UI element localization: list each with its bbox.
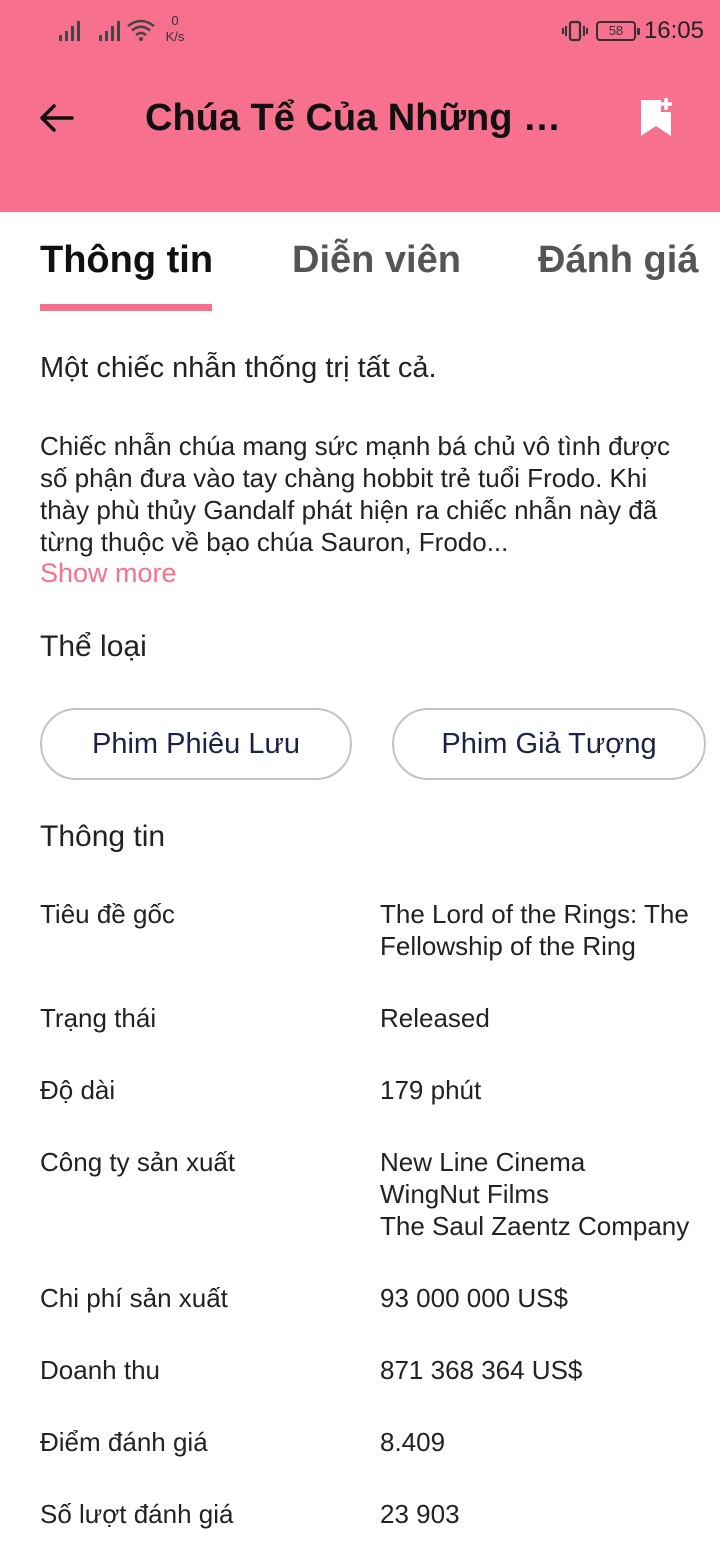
tab-reviews[interactable]: Đánh giá bbox=[538, 236, 698, 284]
info-value-line: The Lord of the Rings: The bbox=[380, 899, 689, 929]
tab-cast[interactable]: Diễn viên bbox=[292, 236, 461, 284]
back-button[interactable] bbox=[28, 92, 84, 144]
bookmark-button[interactable] bbox=[628, 90, 684, 146]
info-value: New Line Cinema WingNut Films The Saul Z… bbox=[380, 1146, 720, 1242]
info-value-line: 179 phút bbox=[380, 1075, 482, 1105]
info-value: The Lord of the Rings: The Fellowship of… bbox=[380, 898, 720, 962]
net-speed-unit: K/s bbox=[165, 29, 185, 44]
status-bar: 0 K/s 58 16:05 bbox=[0, 0, 720, 62]
overview-text: Chiếc nhẫn chúa mang sức mạnh bá chủ vô … bbox=[40, 431, 670, 557]
wifi-icon bbox=[127, 19, 155, 41]
info-label: Doanh thu bbox=[40, 1355, 160, 1385]
arrow-left-icon bbox=[40, 104, 74, 132]
info-value: 8.409 bbox=[380, 1426, 720, 1458]
info-title: Thông tin bbox=[40, 820, 166, 853]
info-label: Độ dài bbox=[40, 1075, 116, 1105]
info-value: 93 000 000 US$ bbox=[380, 1282, 720, 1314]
signal-icon bbox=[59, 21, 80, 41]
info-value-line: 871 368 364 US$ bbox=[380, 1355, 583, 1385]
signal-icon bbox=[99, 21, 120, 41]
info-value: 871 368 364 US$ bbox=[380, 1354, 720, 1386]
info-value-line: 93 000 000 US$ bbox=[380, 1283, 568, 1313]
info-value-line: WingNut Films bbox=[380, 1179, 550, 1209]
tab-indicator bbox=[40, 304, 212, 311]
tagline: Một chiếc nhẫn thống trị tất cả. bbox=[40, 352, 437, 384]
info-label: Tiêu đề gốc bbox=[40, 899, 175, 929]
info-value: Released bbox=[380, 1002, 720, 1034]
info-value-line: The Saul Zaentz Company bbox=[380, 1211, 690, 1241]
app-bar: 0 K/s 58 16:05 Chúa Tể Của Những Chiếc N… bbox=[0, 0, 720, 212]
bookmark-add-icon bbox=[641, 98, 672, 136]
status-time: 16:05 bbox=[643, 17, 704, 44]
net-speed-value: 0 bbox=[171, 13, 179, 28]
net-speed: 0 K/s bbox=[162, 13, 188, 45]
status-right: 58 16:05 bbox=[561, 16, 704, 46]
info-label: Chi phí sản xuất bbox=[40, 1283, 228, 1313]
info-value-line: New Line Cinema bbox=[380, 1147, 586, 1177]
show-more-link[interactable]: Show more bbox=[40, 558, 177, 589]
toolbar: Chúa Tể Của Những Chiếc Nhẫn: Hiệp Hội N… bbox=[0, 70, 720, 166]
info-value-line: Released bbox=[380, 1003, 490, 1033]
battery-indicator: 58 bbox=[595, 21, 640, 41]
tab-bar: Thông tin Diễn viên Đánh giá bbox=[0, 212, 720, 312]
info-label: Công ty sản xuất bbox=[40, 1147, 236, 1177]
info-value: 23 903 bbox=[380, 1498, 720, 1530]
info-value-line: 23 903 bbox=[380, 1499, 460, 1529]
info-value-line: 8.409 bbox=[380, 1427, 446, 1457]
info-label: Điểm đánh giá bbox=[40, 1427, 208, 1457]
page-title: Chúa Tể Của Những Chiếc Nhẫn: Hiệp Hội N… bbox=[145, 97, 565, 139]
genre-chip[interactable]: Phim Giả Tượng bbox=[392, 708, 706, 780]
info-label: Trạng thái bbox=[40, 1003, 157, 1033]
info-label: Số lượt đánh giá bbox=[40, 1499, 234, 1529]
tab-info[interactable]: Thông tin bbox=[40, 236, 213, 284]
info-value: 179 phút bbox=[380, 1074, 720, 1106]
vibrate-icon bbox=[561, 20, 588, 42]
info-value-line: Fellowship of the Ring bbox=[380, 931, 636, 961]
genres-title: Thể loại bbox=[40, 630, 147, 663]
genre-chip[interactable]: Phim Phiêu Lưu bbox=[40, 708, 352, 780]
